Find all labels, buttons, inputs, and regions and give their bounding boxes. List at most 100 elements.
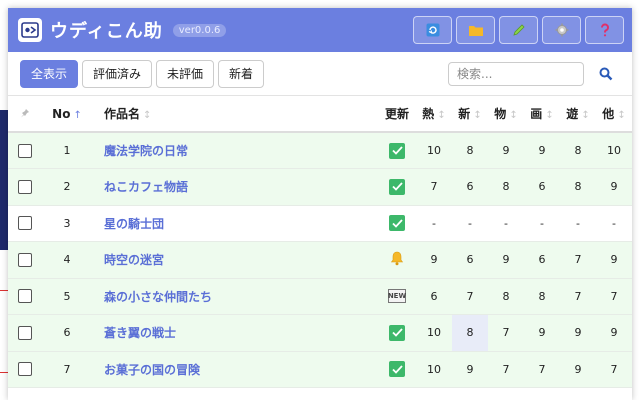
score-cell[interactable]: 8 <box>452 314 488 352</box>
score-cell[interactable]: 10 <box>416 132 452 169</box>
pin-column-header[interactable] <box>8 96 42 133</box>
score-cell[interactable]: 6 <box>524 168 560 206</box>
score-cell[interactable]: 10 <box>596 132 632 169</box>
gear-icon <box>555 23 568 37</box>
score-cell[interactable]: 9 <box>452 351 488 388</box>
row-checkbox[interactable] <box>18 216 32 231</box>
title-column-header[interactable]: 作品名 ↕ <box>92 96 378 133</box>
row-checkbox[interactable] <box>18 252 32 267</box>
score-cell[interactable]: 8 <box>524 278 560 315</box>
settings-button[interactable] <box>542 16 581 44</box>
score-cell[interactable]: - <box>596 205 632 242</box>
netsu-column-header[interactable]: 熱 ↕ <box>416 96 452 133</box>
score-cell[interactable]: 9 <box>596 314 632 352</box>
question-icon <box>600 23 609 37</box>
score-cell[interactable]: 9 <box>524 132 560 169</box>
table-row[interactable]: 4 時空の迷宮 9 6 9 6 7 9 <box>8 241 632 279</box>
score-cell[interactable]: 9 <box>488 241 524 279</box>
row-checkbox[interactable] <box>18 179 32 194</box>
score-cell[interactable]: 6 <box>452 241 488 279</box>
work-title-link[interactable]: お菓子の国の冒険 <box>92 351 378 388</box>
table-row[interactable]: 1 魔法学院の日常 10 8 9 9 8 10 <box>8 132 632 169</box>
score-cell[interactable]: - <box>488 205 524 242</box>
score-cell[interactable]: 8 <box>560 132 596 169</box>
update-status-cell: NEW <box>378 278 416 315</box>
work-title-link[interactable]: ねこカフェ物語 <box>92 168 378 206</box>
work-title-link[interactable]: 星の騎士団 <box>92 205 378 242</box>
score-cell[interactable]: 8 <box>560 168 596 206</box>
table-row[interactable]: 2 ねこカフェ物語 7 6 8 6 8 9 <box>8 168 632 206</box>
edit-button[interactable] <box>499 16 538 44</box>
row-checkbox-cell <box>8 351 42 388</box>
pencil-icon <box>512 24 525 36</box>
update-status-cell <box>378 205 416 242</box>
score-cell[interactable]: 7 <box>452 278 488 315</box>
ga-column-header[interactable]: 画 ↕ <box>524 96 560 133</box>
score-cell[interactable]: 7 <box>596 351 632 388</box>
row-checkbox-cell <box>8 241 42 279</box>
score-cell[interactable]: 8 <box>488 278 524 315</box>
asobi-column-header[interactable]: 遊 ↕ <box>560 96 596 133</box>
row-checkbox[interactable] <box>18 289 32 304</box>
help-button[interactable] <box>585 16 624 44</box>
folder-button[interactable] <box>456 16 495 44</box>
score-cell[interactable]: 7 <box>596 278 632 315</box>
sort-icon: ↕ <box>437 110 446 121</box>
score-cell[interactable]: 7 <box>560 278 596 315</box>
score-cell[interactable]: 6 <box>524 241 560 279</box>
refresh-button[interactable] <box>413 16 452 44</box>
update-status-cell <box>378 241 416 279</box>
score-cell[interactable]: - <box>560 205 596 242</box>
pin-icon <box>21 108 29 117</box>
score-cell[interactable]: 9 <box>524 314 560 352</box>
work-title-link[interactable]: 魔法学院の日常 <box>92 132 378 169</box>
score-cell[interactable]: 8 <box>488 168 524 206</box>
score-cell[interactable]: 7 <box>524 351 560 388</box>
score-cell[interactable]: 6 <box>416 278 452 315</box>
score-cell[interactable]: 10 <box>416 351 452 388</box>
ta-column-header[interactable]: 他 ↕ <box>596 96 632 133</box>
row-number: 2 <box>42 168 92 206</box>
score-cell[interactable]: 7 <box>488 314 524 352</box>
update-column-header[interactable]: 更新 <box>378 96 416 133</box>
score-cell[interactable]: 7 <box>560 241 596 279</box>
row-checkbox-cell <box>8 205 42 242</box>
row-checkbox[interactable] <box>18 362 32 377</box>
work-title-link[interactable]: 蒼き翼の戦士 <box>92 314 378 352</box>
filter-toolbar: 全表示 評価済み 未評価 新着 <box>8 52 632 96</box>
score-cell[interactable]: 9 <box>596 241 632 279</box>
score-cell[interactable]: 9 <box>416 241 452 279</box>
score-cell[interactable]: 7 <box>416 168 452 206</box>
table-row[interactable]: 7 お菓子の国の冒険 10 9 7 7 9 7 <box>8 351 632 388</box>
filter-rated-button[interactable]: 評価済み <box>82 59 153 88</box>
score-cell[interactable]: 8 <box>452 132 488 169</box>
score-cell[interactable]: 9 <box>596 168 632 206</box>
score-cell[interactable]: - <box>524 205 560 242</box>
score-cell[interactable]: 6 <box>452 168 488 206</box>
table-body: 1 魔法学院の日常 10 8 9 9 8 10 2 ねこカフェ物語 7 6 8 6 8 9 3 星の騎士団 - - - -… <box>8 132 632 388</box>
score-cell[interactable]: 7 <box>488 351 524 388</box>
score-cell[interactable]: 10 <box>416 314 452 352</box>
row-checkbox[interactable] <box>18 143 32 158</box>
filter-all-button[interactable]: 全表示 <box>20 59 79 88</box>
score-cell[interactable]: - <box>416 205 452 242</box>
table-row[interactable]: 3 星の騎士団 - - - - - - <box>8 205 632 242</box>
filter-unrated-button[interactable]: 未評価 <box>156 59 215 88</box>
no-column-header[interactable]: No ↑ <box>42 96 92 133</box>
shin-column-header[interactable]: 新 ↕ <box>452 96 488 133</box>
app-logo-icon <box>18 18 42 42</box>
row-number: 7 <box>42 351 92 388</box>
row-checkbox[interactable] <box>18 325 32 340</box>
work-title-link[interactable]: 森の小さな仲間たち <box>92 278 378 315</box>
mono-column-header[interactable]: 物 ↕ <box>488 96 524 133</box>
score-cell[interactable]: 9 <box>560 351 596 388</box>
search-input[interactable] <box>448 61 584 86</box>
table-row[interactable]: 5 森の小さな仲間たち NEW 6 7 8 8 7 7 <box>8 278 632 315</box>
search-button[interactable] <box>592 67 620 81</box>
score-cell[interactable]: 9 <box>560 314 596 352</box>
filter-new-button[interactable]: 新着 <box>218 59 265 88</box>
score-cell[interactable]: - <box>452 205 488 242</box>
work-title-link[interactable]: 時空の迷宮 <box>92 241 378 279</box>
table-row[interactable]: 6 蒼き翼の戦士 10 8 7 9 9 9 <box>8 314 632 352</box>
score-cell[interactable]: 9 <box>488 132 524 169</box>
